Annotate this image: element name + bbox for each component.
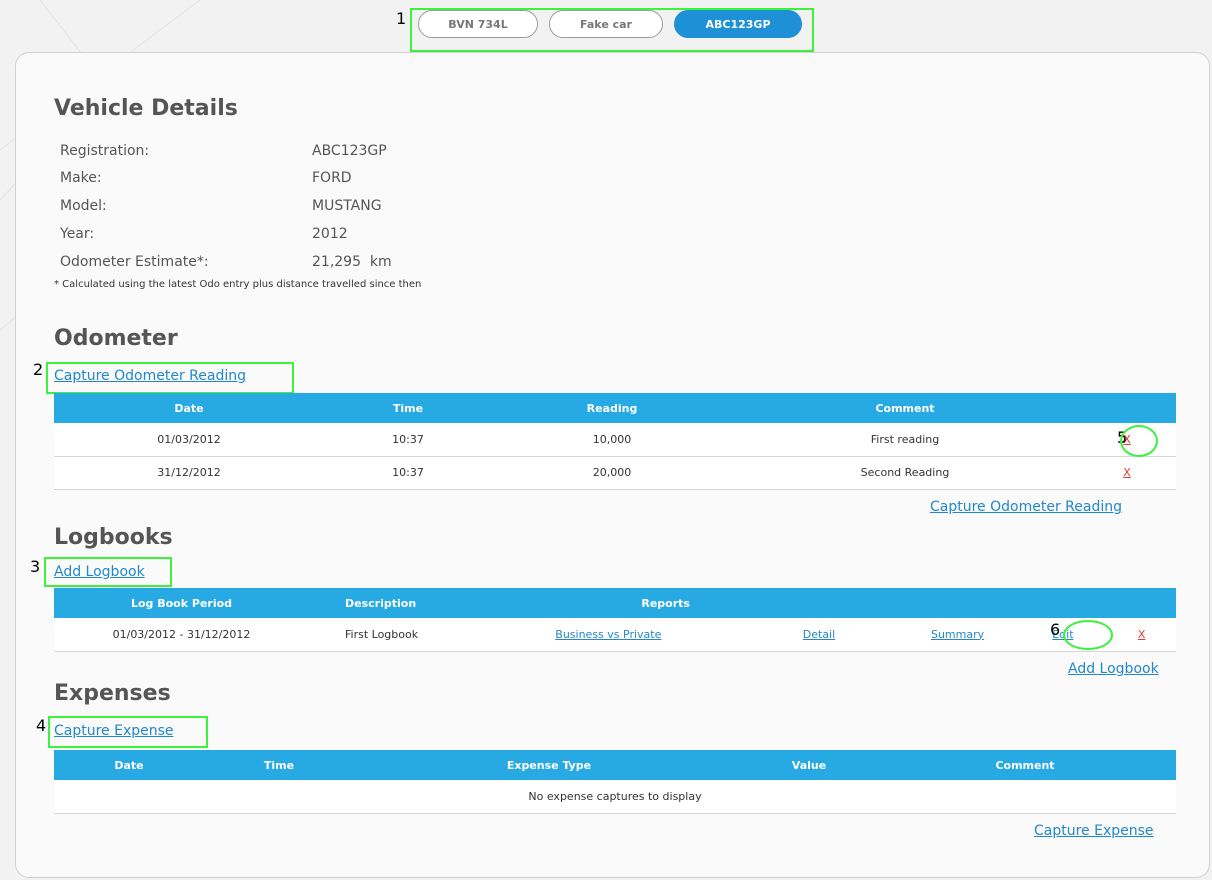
- annotation-4: 4: [36, 716, 47, 735]
- year-value: 2012: [312, 226, 348, 242]
- odometer-estimate-note: * Calculated using the latest Odo entry …: [54, 279, 422, 290]
- report-summary-cell: Summary: [896, 618, 1019, 652]
- col-actions: [1078, 393, 1176, 423]
- col-expense-type: Expense Type: [354, 750, 744, 780]
- col-time: Time: [204, 750, 354, 780]
- capture-odometer-link-bottom[interactable]: Capture Odometer Reading: [930, 499, 1122, 515]
- annotation-2: 2: [33, 360, 44, 379]
- odo-time: 10:37: [324, 456, 492, 490]
- col-time: Time: [324, 393, 492, 423]
- expenses-table: Date Time Expense Type Value Comment No …: [54, 750, 1176, 814]
- table-row: 31/12/2012 10:37 20,000 Second Reading X: [54, 456, 1176, 490]
- col-reading: Reading: [492, 393, 732, 423]
- make-label: Make:: [60, 170, 102, 186]
- odo-date: 31/12/2012: [54, 456, 324, 490]
- tab-vehicle-fake-car[interactable]: Fake car: [549, 10, 663, 38]
- expenses-heading: Expenses: [54, 681, 171, 706]
- delete-highlight-circle: [1120, 425, 1158, 457]
- logbooks-heading: Logbooks: [54, 525, 173, 550]
- model-value: MUSTANG: [312, 198, 382, 214]
- col-description: Description: [309, 588, 476, 618]
- odo-comment: Second Reading: [732, 456, 1078, 490]
- vehicle-details-heading: Vehicle Details: [54, 96, 238, 121]
- odo-time: 10:37: [324, 423, 492, 457]
- add-logbook-link-bottom[interactable]: Add Logbook: [1068, 661, 1159, 677]
- make-value: FORD: [312, 170, 352, 186]
- col-value: Value: [744, 750, 874, 780]
- logbook-period: 01/03/2012 - 31/12/2012: [54, 618, 309, 652]
- odometer-table: Date Time Reading Comment 01/03/2012 10:…: [54, 393, 1176, 490]
- annotation-3: 3: [30, 557, 41, 576]
- registration-label: Registration:: [60, 143, 150, 159]
- odo-reading: 10,000: [492, 423, 732, 457]
- table-row: 01/03/2012 10:37 10,000 First reading X: [54, 423, 1176, 457]
- delete-cell: X: [1107, 618, 1176, 652]
- report-detail-link[interactable]: Detail: [803, 628, 835, 641]
- add-logbook-link-top[interactable]: Add Logbook: [54, 564, 145, 580]
- tab-vehicle-abc123gp[interactable]: ABC123GP: [674, 10, 802, 38]
- col-date: Date: [54, 750, 204, 780]
- odometer-estimate-value: 21,295 km: [312, 254, 392, 270]
- table-row: 01/03/2012 - 31/12/2012 First Logbook Bu…: [54, 618, 1176, 652]
- odometer-estimate-label: Odometer Estimate*:: [60, 254, 209, 270]
- col-reports: Reports: [475, 588, 1176, 618]
- odo-date: 01/03/2012: [54, 423, 324, 457]
- registration-value: ABC123GP: [312, 143, 387, 159]
- capture-expense-link-top[interactable]: Capture Expense: [54, 723, 174, 739]
- annotation-6: 6: [1050, 620, 1061, 639]
- table-row: No expense captures to display: [54, 780, 1176, 814]
- col-period: Log Book Period: [54, 588, 309, 618]
- report-business-vs-private-link[interactable]: Business vs Private: [555, 628, 661, 641]
- logbooks-table: Log Book Period Description Reports 01/0…: [54, 588, 1176, 652]
- annotation-1: 1: [396, 9, 407, 28]
- capture-odometer-link-top[interactable]: Capture Odometer Reading: [54, 368, 246, 384]
- no-expenses-message: No expense captures to display: [54, 780, 1176, 814]
- col-date: Date: [54, 393, 324, 423]
- report-business-cell: Business vs Private: [475, 618, 742, 652]
- delete-logbook-button[interactable]: X: [1138, 628, 1146, 641]
- odo-delete-cell: X: [1078, 456, 1176, 490]
- col-comment: Comment: [732, 393, 1078, 423]
- odo-comment: First reading: [732, 423, 1078, 457]
- logbook-description: First Logbook: [309, 618, 476, 652]
- col-comment: Comment: [874, 750, 1176, 780]
- odometer-heading: Odometer: [54, 326, 178, 351]
- tab-vehicle-bvn734l[interactable]: BVN 734L: [418, 10, 538, 38]
- odo-reading: 20,000: [492, 456, 732, 490]
- report-summary-link[interactable]: Summary: [931, 628, 984, 641]
- capture-expense-link-bottom[interactable]: Capture Expense: [1034, 823, 1154, 839]
- report-detail-cell: Detail: [741, 618, 897, 652]
- edit-highlight-circle: [1063, 620, 1113, 650]
- delete-odometer-button[interactable]: X: [1123, 466, 1131, 479]
- model-label: Model:: [60, 198, 107, 214]
- year-label: Year:: [60, 226, 95, 242]
